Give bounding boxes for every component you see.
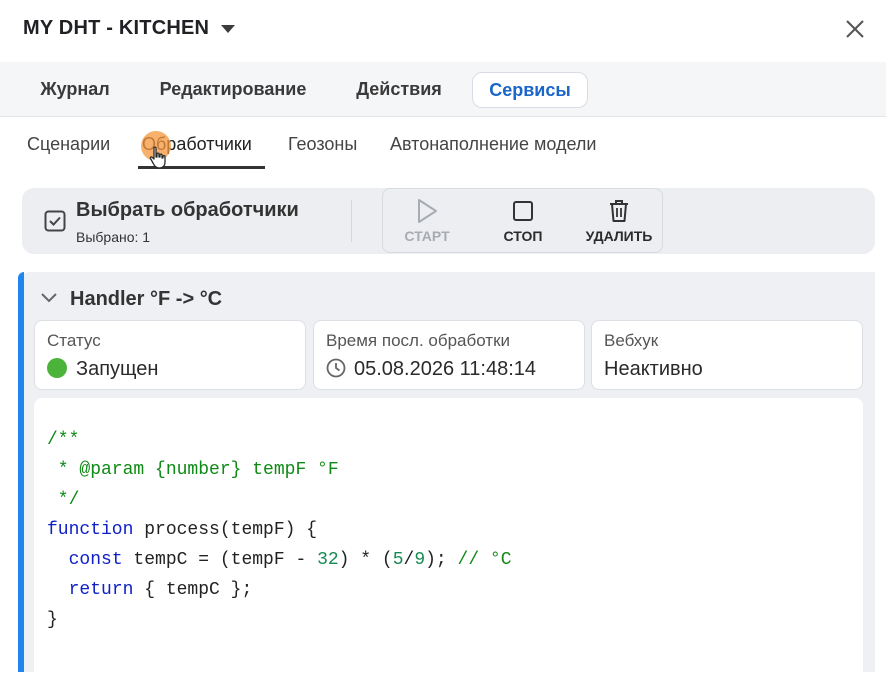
- delete-button[interactable]: УДАЛИТЬ: [579, 198, 659, 244]
- tab-services[interactable]: Сервисы: [472, 72, 588, 108]
- code-line-2: * @param {number} tempF °F: [47, 460, 339, 480]
- status-running-icon: [47, 358, 67, 378]
- code-line-3: */: [47, 490, 80, 510]
- close-button[interactable]: [842, 16, 868, 42]
- select-handlers-title[interactable]: Выбрать обработчики: [76, 199, 299, 222]
- last-run-label: Время посл. обработки: [326, 331, 511, 350]
- stop-label: СТОП: [503, 228, 543, 244]
- device-title: MY DHT - KITCHEN: [23, 17, 210, 39]
- last-run-box: Время посл. обработки 05.08.2026 11:48:1…: [313, 320, 585, 390]
- last-run-value-row: 05.08.2026 11:48:14: [326, 358, 536, 381]
- play-icon: [418, 199, 437, 223]
- webhook-label: Вебхук: [604, 331, 659, 350]
- code-line-7: }: [47, 610, 58, 630]
- code-line-1: /**: [47, 430, 80, 450]
- code-line-5-c: /: [403, 550, 415, 570]
- stop-icon: [513, 201, 533, 221]
- webhook-value: Неактивно: [604, 358, 703, 380]
- code-keyword-return: return: [68, 580, 134, 600]
- chevron-down-icon[interactable]: [40, 291, 58, 305]
- trash-icon: [610, 200, 628, 222]
- selected-count: Выбрано: 1: [76, 229, 151, 245]
- code-line-5-comment: // °C: [457, 550, 512, 570]
- code-number-9: 9: [414, 550, 426, 570]
- code-line-6-rest: { tempC };: [133, 580, 253, 600]
- subtab-model-autofill[interactable]: Автонаполнение модели: [390, 134, 596, 155]
- code-line-5-d: );: [425, 550, 458, 570]
- dialog-header: MY DHT - KITCHEN: [0, 0, 886, 62]
- start-label: СТАРТ: [404, 228, 450, 244]
- status-value-row: Запущен: [47, 358, 158, 381]
- handler-title[interactable]: Handler °F -> °C: [70, 288, 222, 311]
- clock-icon: [326, 358, 346, 378]
- caret-down-icon[interactable]: [221, 25, 235, 33]
- main-tabs-bar: Журнал Редактирование Действия Сервисы: [0, 62, 886, 117]
- checkbox-checked-icon[interactable]: [44, 210, 66, 232]
- hand-cursor-icon: [149, 146, 166, 169]
- status-label: Статус: [47, 331, 101, 350]
- tab-actions[interactable]: Действия: [345, 72, 453, 106]
- handler-code: /** * @param {number} tempF °F */ functi…: [47, 425, 512, 635]
- code-number-5: 5: [392, 550, 404, 570]
- subtab-scenarios[interactable]: Сценарии: [27, 134, 110, 155]
- tab-editing[interactable]: Редактирование: [146, 72, 320, 106]
- close-icon: [846, 20, 864, 38]
- delete-label: УДАЛИТЬ: [585, 228, 653, 244]
- webhook-box: Вебхук Неактивно: [591, 320, 863, 390]
- status-box: Статус Запущен: [34, 320, 306, 390]
- tab-journal[interactable]: Журнал: [30, 72, 120, 106]
- status-value: Запущен: [76, 358, 159, 380]
- code-keyword-function: function: [47, 520, 134, 540]
- subtab-geozones[interactable]: Геозоны: [288, 134, 357, 155]
- stop-button[interactable]: СТОП: [483, 198, 563, 244]
- toolbar-divider: [351, 200, 352, 242]
- code-keyword-const: const: [68, 550, 123, 570]
- code-line-5-a: tempC = (tempF -: [122, 550, 318, 570]
- last-run-value: 05.08.2026 11:48:14: [354, 358, 537, 380]
- start-button[interactable]: СТАРТ: [387, 198, 467, 244]
- code-number-32: 32: [317, 550, 339, 570]
- card-accent-bar: [18, 272, 24, 672]
- code-line-4-rest: process(tempF) {: [133, 520, 318, 540]
- code-line-5-b: ) * (: [338, 550, 393, 570]
